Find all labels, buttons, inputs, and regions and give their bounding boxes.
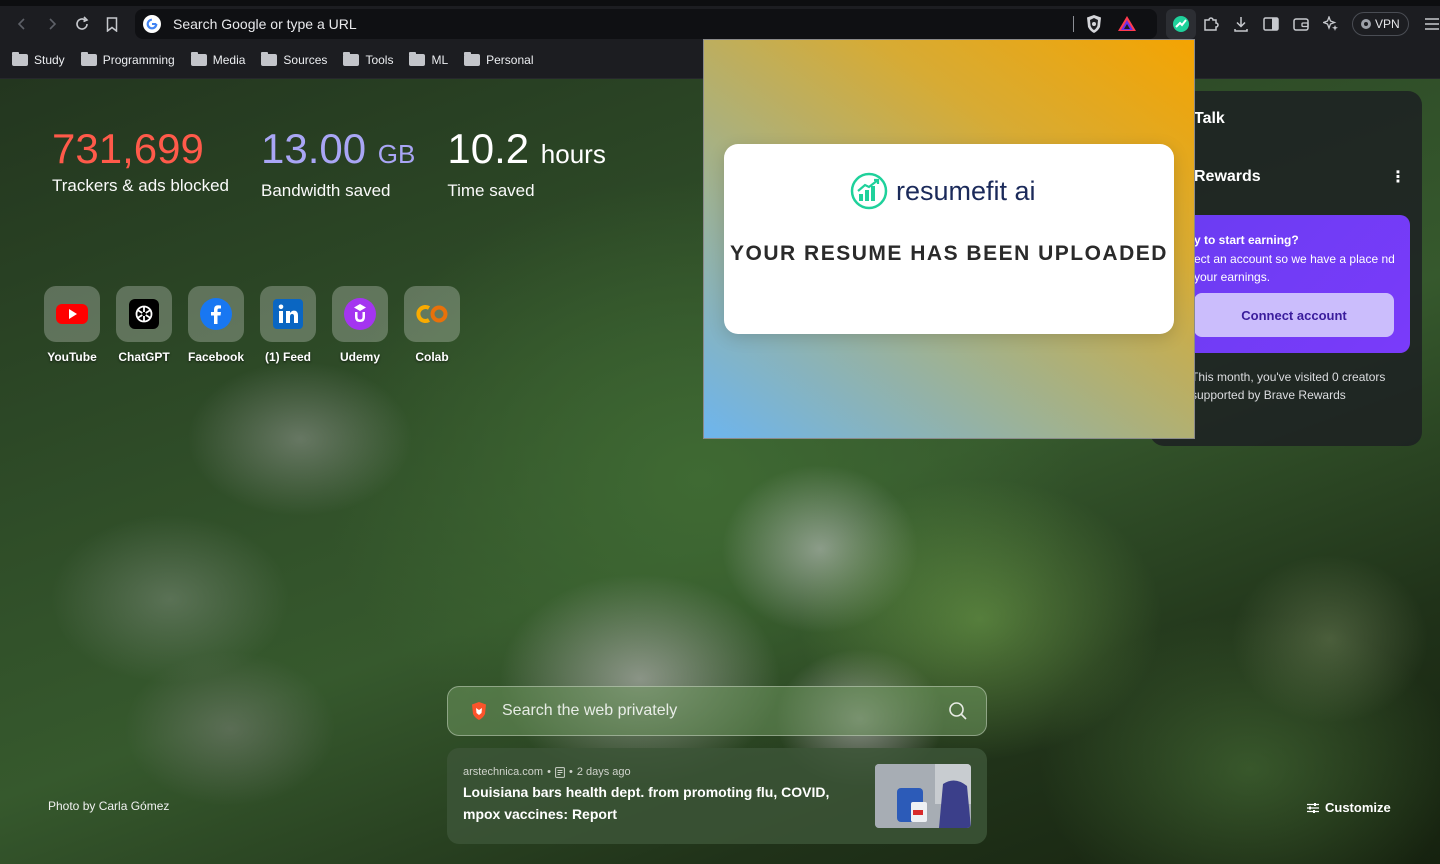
rewards-earn-panel: y to start earning? ect an account so we… [1180,215,1410,353]
resumefit-extension-popup: resumefit ai YOUR RESUME HAS BEEN UPLOAD… [703,39,1195,439]
time-unit: hours [540,139,606,169]
folder-icon [343,52,360,66]
sidebar-icon[interactable] [1256,9,1286,39]
more-options-icon[interactable]: ⋮ [1390,167,1406,186]
customize-label: Customize [1325,800,1391,815]
article-icon [555,766,565,778]
address-bar[interactable]: Search Google or type a URL [135,9,1157,39]
top-sites: YouTube ChatGPT Facebook (1) Feed Udemy [44,286,460,364]
search-icon[interactable] [948,701,968,721]
upload-success-message: YOUR RESUME HAS BEEN UPLOADED [730,242,1168,265]
time-value: 10.2 [447,125,530,172]
brave-talk-title[interactable]: Talk [1194,110,1225,128]
bandwidth-label: Bandwidth saved [261,181,391,200]
sliders-icon [1307,802,1319,813]
youtube-icon [56,304,88,324]
folder-icon [12,52,28,66]
photo-credit[interactable]: Photo by Carla Gómez [48,799,169,813]
wallet-icon[interactable] [1286,9,1316,39]
top-site-label: Udemy [339,350,380,364]
address-bar-placeholder: Search Google or type a URL [173,16,357,32]
top-site-label: (1) Feed [264,350,311,364]
bookmark-folder-programming[interactable]: Programming [80,52,175,67]
bandwidth-unit: GB [377,139,416,169]
top-site-udemy[interactable]: Udemy [332,286,388,364]
menu-icon[interactable] [1417,9,1440,39]
top-site-label: Colab [415,350,449,364]
folder-icon [464,52,481,66]
news-source: arstechnica.com [463,766,544,778]
top-site-chatgpt[interactable]: ChatGPT [116,286,172,364]
bookmark-icon[interactable] [97,9,127,39]
brave-lion-icon [472,702,486,720]
reload-icon[interactable] [67,9,97,39]
facebook-icon [200,298,232,330]
linkedin-icon [273,299,303,329]
upload-confirmation-card: resumefit ai YOUR RESUME HAS BEEN UPLOAD… [724,144,1174,334]
chatgpt-icon [129,299,159,329]
leo-ai-icon[interactable] [1316,9,1346,39]
vpn-button[interactable]: VPN [1352,12,1409,36]
bookmark-folder-ml[interactable]: ML [409,52,448,67]
top-site-label: YouTube [47,350,97,364]
news-age: 2 days ago [576,766,631,778]
bookmark-folder-media[interactable]: Media [190,52,245,67]
news-meta: arstechnica.com • • 2 days ago [463,766,631,778]
browser-toolbar: Search Google or type a URL VPN [0,6,1440,42]
top-site-youtube[interactable]: YouTube [44,286,100,364]
bookmark-folder-tools[interactable]: Tools [343,52,393,67]
resumefit-logo-icon [850,172,888,210]
vpn-status-icon [1361,19,1371,29]
brave-rewards-icon[interactable] [1117,14,1137,38]
brave-shields-icon[interactable] [1085,14,1103,38]
trackers-label: Trackers & ads blocked [52,176,229,195]
brave-rewards-title: Rewards [1194,168,1261,185]
earn-heading: y to start earning? [1194,233,1299,247]
top-site-colab[interactable]: Colab [404,286,460,364]
resumefit-brand-name: resumefit ai [896,175,1036,206]
top-site-facebook[interactable]: Facebook [188,286,244,364]
puzzle-icon[interactable] [1196,9,1226,39]
earn-description: ect an account so we have a place nd you… [1194,252,1395,284]
news-card[interactable]: arstechnica.com • • 2 days ago Louisiana… [447,748,987,844]
folder-icon [409,52,426,66]
stat-bandwidth-saved: 13.00 GB Bandwidth saved [261,124,415,201]
connect-account-button[interactable]: Connect account [1194,293,1394,337]
forward-icon[interactable] [37,9,67,39]
address-bar-divider [1073,16,1074,32]
search-placeholder: Search the web privately [502,702,678,719]
stat-time-saved: 10.2 hours Time saved [447,124,605,201]
top-site-label: ChatGPT [118,350,170,364]
top-site-label: Facebook [188,350,245,364]
udemy-icon [344,298,376,330]
time-label: Time saved [447,181,535,200]
news-headline[interactable]: Louisiana bars health dept. from promoti… [463,781,853,825]
bookmark-folder-sources[interactable]: Sources [261,52,327,67]
top-site-linkedin-feed[interactable]: (1) Feed [260,286,316,364]
resumefit-extension-icon[interactable] [1166,9,1196,39]
bookmark-folder-personal[interactable]: Personal [464,52,534,67]
trackers-count: 731,699 [52,125,204,172]
vpn-label: VPN [1375,17,1400,31]
bandwidth-value: 13.00 [261,125,367,172]
private-search-box[interactable]: Search the web privately [447,686,987,736]
colab-icon [416,305,448,323]
download-icon[interactable] [1226,9,1256,39]
stat-trackers-blocked: 731,699 Trackers & ads blocked [52,124,229,201]
back-icon[interactable] [7,9,37,39]
folder-icon [261,52,278,66]
bookmark-folder-study[interactable]: Study [12,52,65,67]
creators-visited-text: This month, you've visited 0 creators su… [1191,370,1386,402]
folder-icon [190,52,207,66]
google-icon [143,15,161,33]
folder-icon [80,52,97,66]
resumefit-brand: resumefit ai [850,172,1036,210]
customize-button[interactable]: Customize [1307,800,1391,815]
news-thumbnail[interactable] [875,764,971,828]
privacy-stats: 731,699 Trackers & ads blocked 13.00 GB … [52,124,606,201]
